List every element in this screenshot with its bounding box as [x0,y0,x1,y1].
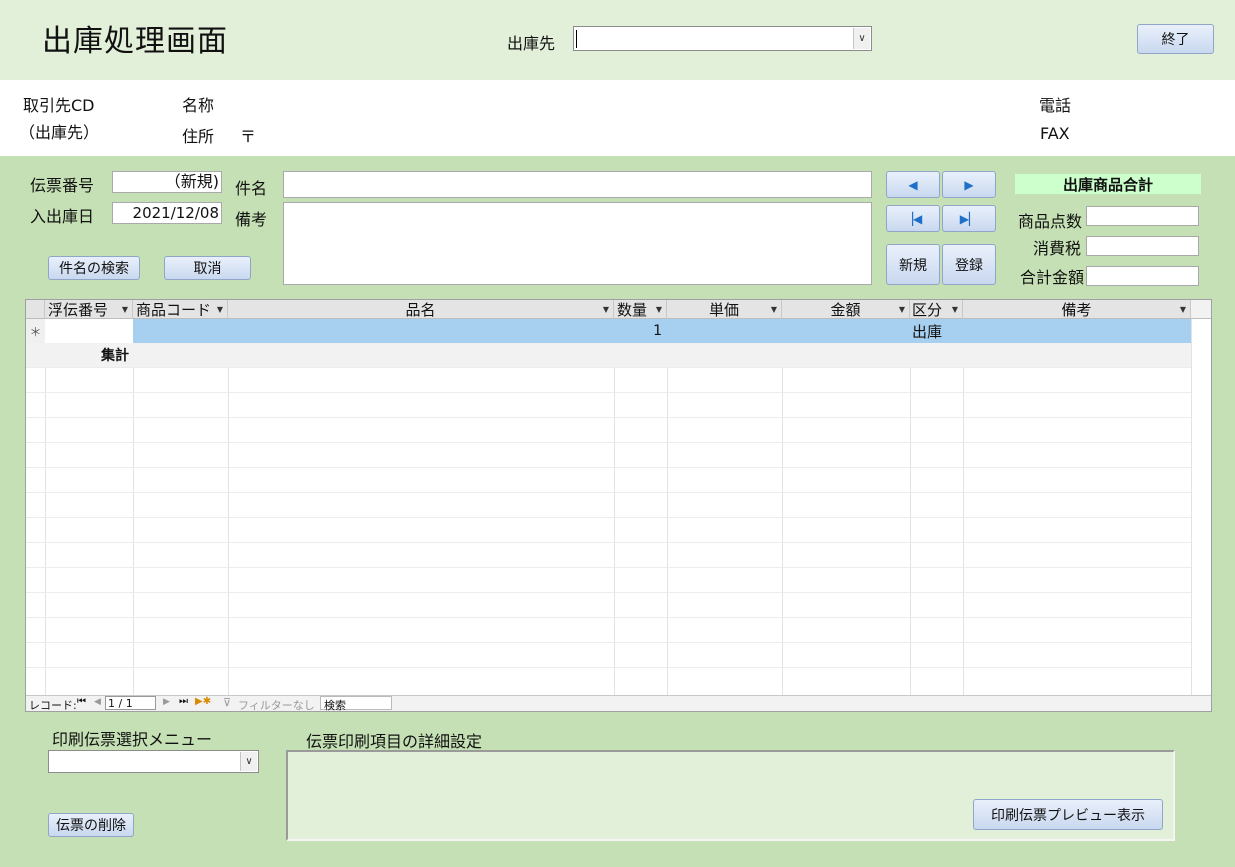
grid-row-line [26,592,1191,593]
grid-search-input[interactable]: 検索 [320,696,392,712]
subject-field[interactable] [283,171,872,198]
new-row-quantity[interactable]: 1 [614,319,666,343]
first-record-nav-icon[interactable]: ⏮ [77,696,86,707]
grid-row-line [26,642,1191,643]
grid-col-line [1191,300,1192,695]
postal-mark: 〒 [240,127,257,146]
destination-label: 出庫先 [507,34,556,53]
grid-row-line [26,467,1191,468]
fax-label: FAX [1040,124,1070,143]
page-title: 出庫処理画面 [42,24,228,59]
slip-no-label: 伝票番号 [30,176,95,195]
dropdown-arrow-icon[interactable]: ▼ [217,305,223,314]
grid-row-line [26,517,1191,518]
text-cursor [576,30,577,48]
grid-row-line [26,567,1191,568]
client-sub-label: （出庫先） [19,123,100,142]
remarks-label: 備考 [235,210,268,229]
dropdown-arrow-icon[interactable]: ▼ [952,305,958,314]
dropdown-arrow-icon[interactable]: ▼ [771,305,777,314]
totals-row [26,343,1191,367]
exit-button[interactable]: 終了 [1137,24,1214,54]
dropdown-arrow-icon[interactable]: ▼ [899,305,905,314]
column-header-quantity[interactable]: 数量 ▼ [614,300,667,319]
column-header-unit-price[interactable]: 単価 ▼ [667,300,782,319]
grid-row-line [26,417,1191,418]
previous-icon: ◀ [908,177,918,192]
client-cd-label: 取引先CD [23,96,95,115]
delete-slip-button[interactable]: 伝票の削除 [48,813,134,837]
destination-combo[interactable]: ∨ [573,26,872,51]
column-header-category[interactable]: 区分 ▼ [910,300,963,319]
last-record-icon: ▶▏ [959,211,979,226]
new-row-slip-no[interactable] [45,319,133,343]
summary-heading: 出庫商品合計 [1015,174,1201,194]
column-header-product-code[interactable]: 商品コード ▼ [133,300,228,319]
dropdown-arrow-icon[interactable]: ▼ [122,305,128,314]
print-preview-button[interactable]: 印刷伝票プレビュー表示 [973,799,1163,830]
print-menu-label: 印刷伝票選択メニュー [52,730,213,749]
filter-icon: ⊽ [223,696,232,709]
next-record-button[interactable]: ▶ [942,171,996,198]
chevron-down-icon[interactable]: ∨ [240,752,257,771]
tax-field[interactable] [1086,236,1199,256]
previous-record-button[interactable]: ◀ [886,171,940,198]
grid-row-line [26,392,1191,393]
phone-label: 電話 [1039,96,1072,115]
totals-row-label: 集計 [101,348,129,364]
print-detail-label: 伝票印刷項目の詳細設定 [306,732,483,751]
new-row-marker[interactable]: ＊ [26,319,45,343]
first-record-button[interactable]: ▕◀ [886,205,940,232]
column-header-amount[interactable]: 金額 ▼ [782,300,910,319]
header-filler [1191,300,1211,319]
name-label: 名称 [182,96,215,115]
chevron-down-icon[interactable]: ∨ [853,28,870,49]
record-label: レコード: [29,699,77,712]
next-icon: ▶ [964,177,974,192]
record-position-field[interactable]: 1 / 1 [105,696,156,710]
register-button[interactable]: 登録 [942,244,996,285]
dropdown-arrow-icon[interactable]: ▼ [1180,305,1186,314]
new-button[interactable]: 新規 [886,244,940,285]
total-field[interactable] [1086,266,1199,286]
dropdown-arrow-icon[interactable]: ▼ [603,305,609,314]
grid-row-line [26,492,1191,493]
grid-row-line [26,367,1191,368]
column-header-product-name[interactable]: 品名 ▼ [228,300,614,319]
item-count-label: 商品点数 [1018,212,1083,231]
new-row-category[interactable]: 出庫 [912,319,962,343]
last-record-button[interactable]: ▶▏ [942,205,996,232]
item-count-field[interactable] [1086,206,1199,226]
grid-row-line [26,442,1191,443]
prev-record-nav-icon[interactable]: ◀ [94,697,101,707]
detail-datasheet[interactable]: 浮伝番号 ▼ 商品コード ▼ 品名 ▼ 数量 ▼ 単価 ▼ 金額 ▼ 区分 ▼ 備考 ▼ ＊ 1… [25,299,1212,712]
filter-status[interactable]: フィルターなし [238,697,315,713]
address-label: 住所 [182,127,215,146]
first-record-icon: ▕◀ [903,211,923,226]
record-navigation-bar: レコード: ⏮ ◀ 1 / 1 ▶ ⏭ ▶✱ ⊽ フィルターなし 検索 [26,695,1211,713]
next-record-nav-icon[interactable]: ▶ [163,697,170,707]
slip-no-field[interactable]: （新規) [112,171,222,193]
dropdown-arrow-icon[interactable]: ▼ [656,305,662,314]
column-header-remarks[interactable]: 備考 ▼ [963,300,1191,319]
print-slip-combo[interactable]: ∨ [48,750,259,773]
subject-label: 件名 [235,179,268,198]
grid-row-line [26,542,1191,543]
date-field[interactable]: 2021/12/08 [112,202,222,224]
grid-row-line [26,667,1191,668]
date-label: 入出庫日 [30,207,95,226]
select-all-corner[interactable] [26,300,45,319]
total-label: 合計金額 [1020,268,1085,287]
tax-label: 消費税 [1033,239,1082,258]
last-record-nav-icon[interactable]: ⏭ [179,696,188,707]
grid-row-line [26,617,1191,618]
cancel-button[interactable]: 取消 [164,256,251,280]
search-subject-button[interactable]: 件名の検索 [48,256,140,280]
column-header-slip-no[interactable]: 浮伝番号 ▼ [45,300,133,319]
new-record-nav-icon[interactable]: ▶✱ [195,696,211,707]
remarks-field[interactable] [283,202,872,285]
